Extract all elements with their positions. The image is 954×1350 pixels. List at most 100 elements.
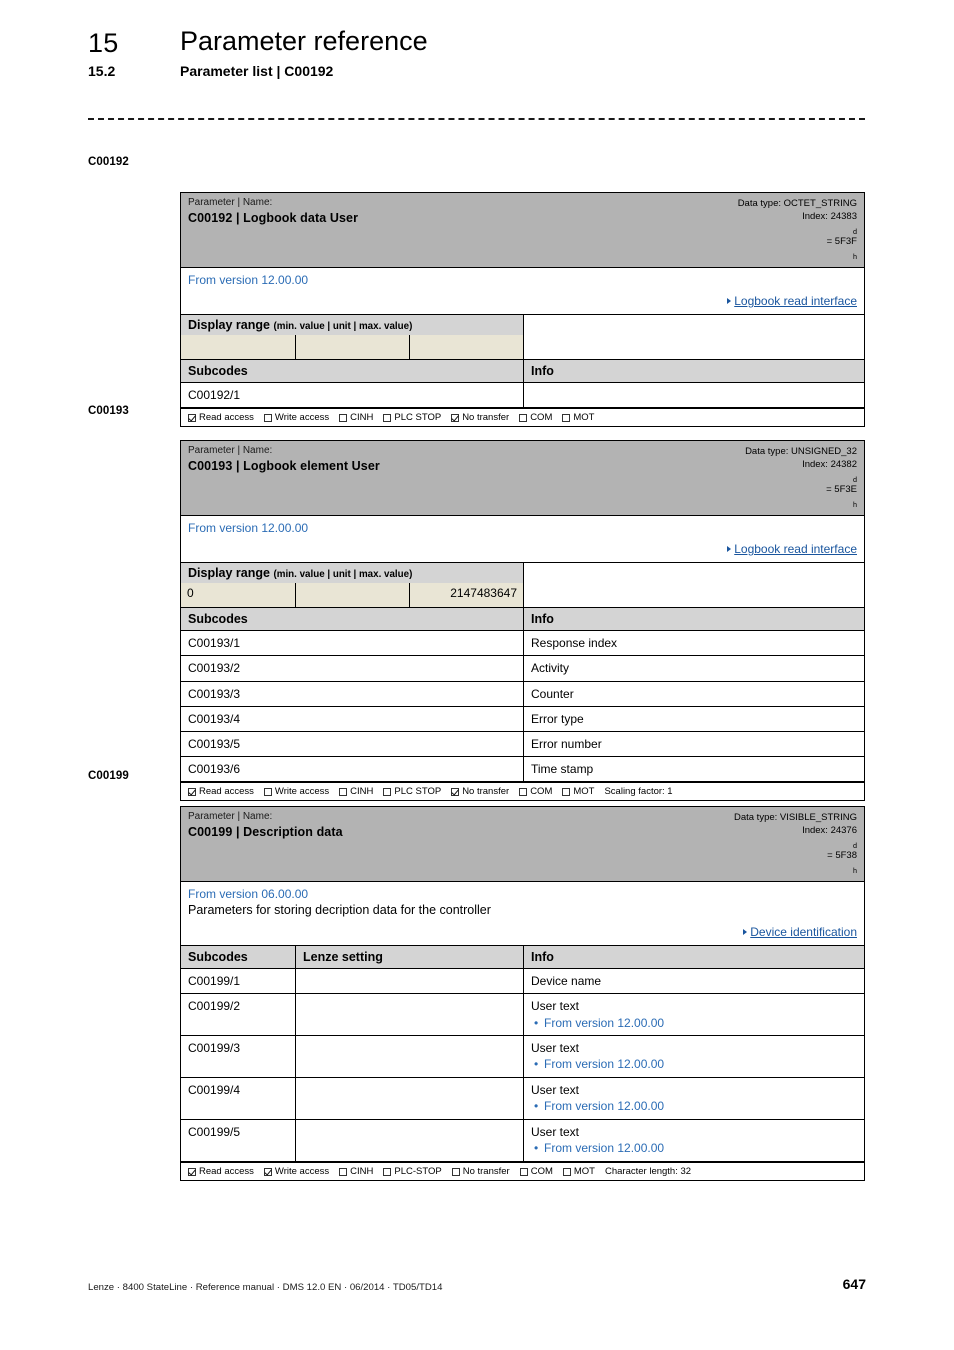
display-range-min [181, 335, 296, 360]
column-header-subcodes: Subcodes [181, 360, 524, 383]
access-flag: COM [519, 412, 552, 423]
cell-subcode: C00193/5 [181, 732, 524, 757]
access-flag-label: CINH [350, 412, 374, 424]
cell-info: Response index [531, 636, 618, 651]
table-row: C00193/5 Error number [181, 732, 864, 758]
parameter-table: Parameter | Name: C00199 | Description da… [180, 806, 865, 1182]
checkbox-unchecked-icon [562, 413, 571, 422]
column-header-info: Info [524, 608, 864, 631]
cell-info-text: User text [531, 1041, 580, 1056]
access-flag: MOT [562, 786, 594, 797]
parameter-index: Index: 24382 d = 5F3E h [802, 458, 857, 510]
cell-lenze-setting [296, 994, 524, 1036]
cell-info: Counter [531, 686, 574, 701]
access-flag: No transfer [451, 412, 509, 423]
table-row: C00193/2 Activity [181, 656, 864, 682]
from-version-text: From version 12.00.00 [188, 521, 309, 536]
cell-subcode: C00199/3 [181, 1036, 296, 1078]
checkbox-unchecked-icon [339, 413, 348, 422]
table-row: C00199/4 User textFrom version 12.00.00 [181, 1078, 864, 1121]
version-description-block: From version 12.00.00 Logbook read interf… [181, 516, 864, 564]
column-header-lenze-setting: Lenze setting [296, 946, 524, 969]
column-header-info: Info [524, 946, 864, 969]
cross-reference-link[interactable]: Logbook read interface [734, 542, 857, 556]
access-flag-label: Write access [274, 1166, 330, 1178]
display-range-label: Display range (min. value | unit | max. … [181, 563, 524, 584]
cell-info-text: User text [531, 1125, 580, 1140]
display-range-note: (min. value | unit | max. value) [273, 321, 413, 333]
checkbox-unchecked-icon [339, 1167, 348, 1176]
access-flag: Read access [188, 412, 254, 423]
display-range-max: 2147483647 [410, 583, 524, 608]
table-row: C00199/3 User textFrom version 12.00.00 [181, 1036, 864, 1079]
access-flag-label: COM [530, 1166, 553, 1178]
parameter-description: Parameters for storing decription data f… [188, 903, 491, 918]
cell-info-version-note: From version 12.00.00 [531, 1015, 857, 1032]
cell-info: User textFrom version 12.00.00 [524, 1120, 864, 1161]
access-flag: No transfer [451, 786, 509, 797]
cell-info: Error number [531, 737, 602, 751]
cross-reference-link[interactable]: Device identification [750, 925, 857, 939]
version-description-block: From version 06.00.00 Parameters for stor… [181, 882, 864, 947]
column-header-subcodes: Subcodes [181, 608, 524, 631]
cross-reference-link[interactable]: Logbook read interface [734, 294, 857, 308]
table-column-header-row: Subcodes Info [181, 360, 864, 384]
checkbox-checked-icon [188, 787, 196, 796]
access-flag-label: Write access [274, 412, 330, 424]
display-range-values-blank [524, 583, 864, 608]
cell-subcode: C00193/3 [181, 681, 524, 706]
access-flag-label: PLC STOP [394, 786, 442, 798]
cell-subcode: C00199/2 [181, 994, 296, 1036]
cell-info: Time stamp [531, 762, 594, 777]
parameter-name: C00192 | Logbook data User [188, 210, 359, 225]
checkbox-checked-icon [263, 1167, 272, 1176]
cell-subcode: C00199/5 [181, 1120, 296, 1162]
cell-info-version-note: From version 12.00.00 [531, 1098, 857, 1115]
triangle-right-icon [727, 298, 732, 305]
table-row: C00193/6 Time stamp [181, 757, 864, 783]
cell-subcode: C00192/1 [181, 383, 524, 408]
flag-extra-note: Character length: 32 [604, 1166, 692, 1178]
access-flag-label: MOT [573, 412, 595, 424]
cell-subcode: C00199/1 [181, 969, 296, 994]
access-flag-label: No transfer [462, 786, 510, 798]
triangle-right-icon [727, 546, 732, 553]
access-flag: CINH [339, 1166, 373, 1177]
access-flag: Read access [188, 1166, 254, 1177]
document-page: 15 Parameter reference 15.2 Parameter li… [0, 0, 954, 1350]
access-flag-label: MOT [573, 786, 595, 798]
cell-subcode: C00193/6 [181, 757, 524, 782]
parameter-kicker: Parameter | Name: [188, 445, 273, 456]
display-range-blank-cell [524, 315, 864, 336]
table-row: C00193/4 Error type [181, 706, 864, 732]
cell-lenze-setting [296, 969, 524, 994]
display-range-max [410, 335, 524, 360]
access-flag-label: PLC STOP [394, 412, 442, 424]
parameter-title-band: Parameter | Name: C00192 | Logbook data U… [181, 193, 864, 269]
access-flag-label: COM [530, 412, 553, 424]
display-range-title: Display range [188, 566, 270, 581]
display-range-values-row [181, 335, 864, 361]
access-flag-label: No transfer [462, 1166, 510, 1178]
table-row: C00193/1 Response index [181, 631, 864, 657]
cross-reference-line: Device identification [188, 923, 857, 941]
access-flag-label: CINH [350, 786, 374, 798]
parameter-title-band: Parameter | Name: C00193 | Logbook elemen… [181, 441, 864, 517]
checkbox-checked-icon [451, 787, 460, 796]
access-flag: CINH [339, 412, 373, 423]
access-flag: MOT [562, 412, 594, 423]
header-divider [88, 118, 865, 120]
cell-info-text: User text [531, 999, 580, 1014]
display-range-note: (min. value | unit | max. value) [273, 569, 413, 581]
parameter-index: Index: 24383 d = 5F3F h [802, 210, 857, 262]
access-flags-bar: Read access Write access CINH PLC-STOP No tr… [181, 1162, 864, 1180]
access-flag: Read access [188, 786, 254, 797]
cell-info [524, 383, 864, 407]
parameter-data-type: Data type: OCTET_STRING [737, 198, 857, 209]
parameter-table: Parameter | Name: C00192 | Logbook data U… [180, 192, 865, 428]
section-title: Parameter list | C00192 [180, 63, 334, 79]
display-range-unit [296, 335, 410, 360]
checkbox-unchecked-icon [519, 413, 528, 422]
from-version-text: From version 06.00.00 [188, 887, 309, 902]
display-range-unit [296, 583, 410, 608]
